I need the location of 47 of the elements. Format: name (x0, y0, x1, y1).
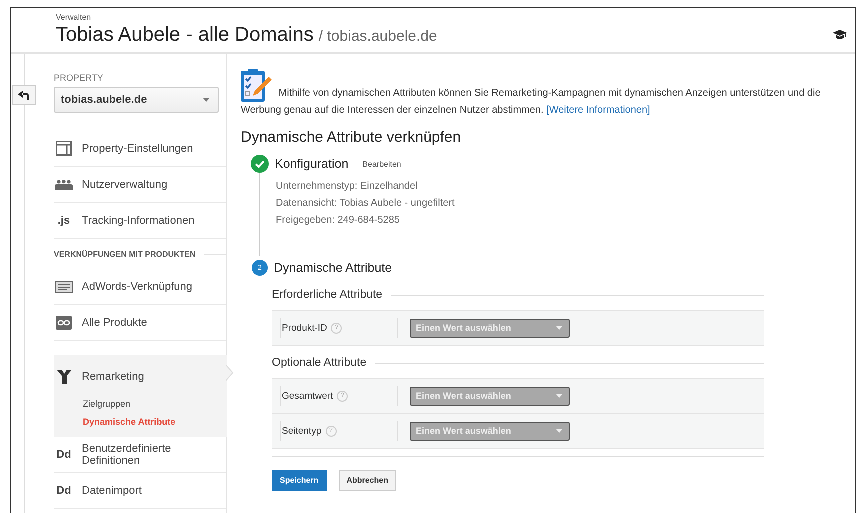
caret-icon (203, 98, 210, 102)
attribute-label: Produkt-ID (282, 322, 328, 334)
nav-item[interactable]: Dd Datenimport (54, 473, 226, 509)
edit-link[interactable]: Bearbeiten (362, 160, 402, 168)
back-arrow-icon (18, 90, 30, 100)
layout-icon (56, 141, 72, 156)
glyph-icon: Dd (56, 448, 72, 460)
save-button[interactable]: Speichern (272, 470, 327, 491)
glyph-icon: Dd (56, 484, 72, 496)
breadcrumb[interactable]: Verwalten (56, 13, 438, 22)
account-title: Tobias Aubele - alle Domains (56, 24, 314, 47)
link-icon (56, 316, 72, 330)
caret-icon (556, 326, 563, 330)
sub-nav-item[interactable]: Dynamische Attribute (54, 413, 227, 431)
checklist-icon (241, 68, 273, 102)
attribute-group-title: Optionale Attribute (272, 357, 367, 369)
back-button[interactable] (12, 85, 36, 105)
caret-icon (556, 394, 563, 398)
nav-item[interactable]: .js Tracking-Informationen (54, 203, 226, 239)
nav-item[interactable]: Nutzerverwaltung (54, 167, 226, 203)
step-title: Dynamische Attribute (274, 261, 392, 275)
cancel-button[interactable]: Abbrechen (338, 470, 396, 491)
config-detail: Freigegeben: 249-684-5285 (276, 214, 401, 228)
page-heading: Dynamische Attribute verknüpfen (241, 129, 462, 146)
graduation-cap-icon[interactable] (833, 30, 847, 40)
sub-nav-item[interactable]: Zielgruppen (54, 395, 227, 413)
intro-paragraph: Mithilfe von dynamischen Attributen können Sie Remarketing-Kampagnen mit dynamischen Anzeigen unterstützen und die Werbung genau auf die Interessen der einzelnen Nutzer abstimmen. [Weitere Informationen] (241, 68, 855, 119)
nav-item[interactable]: Remarketing (54, 359, 227, 395)
glyph-icon: .js (58, 214, 70, 226)
users-icon (55, 180, 73, 190)
section-heading: VERKNÜPFUNGEN MIT PRODUKTEN (54, 250, 196, 258)
property-subtitle: / tobias.aubele.de (318, 28, 438, 45)
fork-icon (56, 370, 72, 384)
step-title: Konfiguration (275, 157, 349, 171)
more-info-link[interactable]: [Weitere Informationen] (546, 105, 650, 116)
nav-item[interactable]: Alle Produkte (54, 305, 226, 341)
caret-icon (556, 429, 563, 433)
config-detail: Datenansicht: Tobias Aubele - ungefiltert (276, 197, 456, 211)
config-detail: Unternehmenstyp: Einzelhandel (276, 180, 419, 194)
nav-item[interactable]: Property-Einstellungen (54, 131, 226, 167)
nav-item[interactable]: AdWords-Verknüpfung (54, 269, 226, 305)
property-dropdown[interactable]: tobias.aubele.de (54, 87, 219, 113)
attribute-label: Gesamtwert (282, 390, 334, 402)
property-label: PROPERTY (54, 73, 104, 83)
card-icon (55, 280, 73, 292)
attribute-group-title: Erforderliche Attribute (272, 289, 383, 301)
attribute-label: Seitentyp (282, 426, 322, 436)
